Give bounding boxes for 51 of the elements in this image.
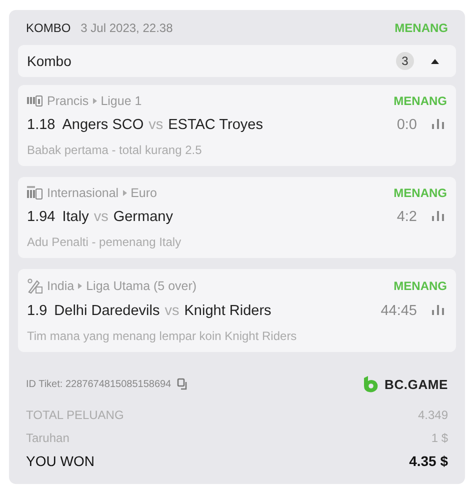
status-label: MENANG — [394, 94, 447, 108]
caret-icon[interactable] — [430, 58, 440, 64]
team-name: Angers SCO — [62, 117, 144, 133]
summary-value: 1 $ — [431, 430, 448, 444]
cricket-icon — [27, 278, 43, 294]
copy-icon[interactable] — [177, 378, 190, 390]
country-label: India — [47, 279, 74, 293]
league-label: Euro — [130, 186, 157, 200]
stats-icon[interactable] — [432, 211, 444, 221]
country-label: Internasional — [47, 186, 119, 200]
ticket-id: ID Tiket: 2287674815085158694 — [26, 378, 172, 390]
combo-header[interactable]: Kombo 3 — [18, 45, 456, 77]
market-text: Tim mana yang menang lempar koin Knight Riders — [27, 329, 298, 343]
versus-label: vs — [164, 303, 180, 319]
market-text: Adu Penalti - pemenang Italy — [27, 235, 182, 249]
team-name: Germany — [113, 209, 173, 225]
versus-label: vs — [148, 117, 164, 133]
status-label: MENANG — [394, 20, 448, 34]
combo-label: Kombo — [27, 53, 72, 69]
league-label: Liga Utama (5 over) — [86, 279, 197, 293]
summary-value: 4.349 — [418, 408, 448, 422]
score-value: 44:45 — [380, 303, 417, 319]
country-label: Prancis — [47, 94, 89, 108]
stats-icon[interactable] — [432, 119, 444, 129]
team-name: Knight Riders — [184, 303, 272, 319]
score-value: 0:0 — [396, 117, 417, 133]
status-label: MENANG — [394, 186, 447, 200]
separator-icon — [122, 190, 127, 196]
league-label: Ligue 1 — [100, 94, 142, 108]
summary-label: YOU WON — [26, 452, 94, 468]
team-name: Delhi Daredevils — [54, 303, 160, 319]
count-badge: 3 — [396, 52, 414, 70]
versus-label: vs — [94, 209, 108, 225]
separator-icon — [92, 98, 97, 104]
logo-icon — [362, 375, 378, 393]
team-name: ESTAC Troyes — [168, 117, 263, 133]
market-text: Babak pertama - total kurang 2.5 — [27, 143, 203, 157]
odds-value: 1.94 — [27, 209, 56, 225]
odds-value: 1.18 — [27, 117, 56, 133]
bet-date: 3 Jul 2023, 22.38 — [80, 20, 173, 34]
summary-label: TOTAL PELUANG — [26, 408, 124, 422]
stats-icon[interactable] — [432, 305, 444, 315]
separator-icon — [78, 283, 82, 289]
odds-value: 1.9 — [27, 303, 48, 319]
score-value: 4:2 — [396, 209, 417, 225]
summary-value: 4.35 $ — [409, 452, 448, 468]
summary-label: Taruhan — [26, 430, 70, 444]
team-name: Italy — [62, 209, 89, 225]
brand-name: BC.GAME — [384, 376, 448, 392]
bet-type: KOMBO — [26, 20, 71, 34]
status-label: MENANG — [394, 279, 447, 293]
